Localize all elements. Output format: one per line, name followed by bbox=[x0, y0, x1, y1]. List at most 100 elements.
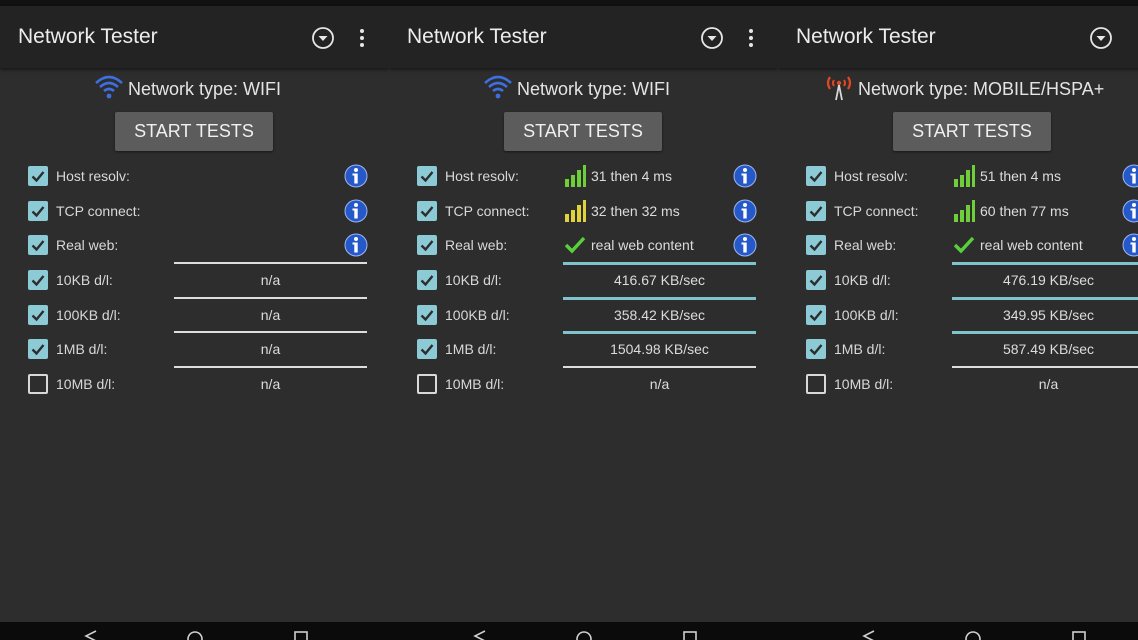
network-type: Network type: WIFI bbox=[483, 72, 670, 106]
test-row: TCP connect: bbox=[0, 193, 389, 227]
download-checkbox[interactable] bbox=[28, 304, 48, 325]
dropdown-icon[interactable] bbox=[1089, 26, 1113, 50]
download-label: 10KB d/l: bbox=[56, 272, 113, 288]
signal-bars-green-icon bbox=[952, 164, 976, 193]
test-label: Host resolv: bbox=[834, 168, 908, 184]
info-icon[interactable] bbox=[344, 199, 368, 223]
result-divider bbox=[563, 296, 756, 300]
home-icon[interactable] bbox=[575, 630, 593, 640]
download-label: 100KB d/l: bbox=[834, 306, 899, 323]
wifi-icon bbox=[484, 75, 512, 98]
test-result: real web content bbox=[980, 237, 1083, 253]
result-divider bbox=[952, 331, 1138, 334]
test-checkbox[interactable] bbox=[417, 200, 437, 221]
test-checkbox[interactable] bbox=[28, 166, 48, 186]
info-icon[interactable] bbox=[733, 233, 757, 257]
result-divider bbox=[563, 365, 756, 368]
result-divider bbox=[174, 365, 367, 368]
info-icon[interactable] bbox=[1122, 233, 1138, 257]
download-speed: 358.42 KB/sec bbox=[613, 306, 706, 323]
test-checkbox[interactable] bbox=[806, 235, 826, 255]
network-type: Network type: MOBILE/HSPA+ bbox=[824, 72, 1104, 106]
download-row: 1MB d/l: n/a bbox=[0, 331, 389, 365]
download-checkbox[interactable] bbox=[806, 339, 826, 359]
test-result: 60 then 77 ms bbox=[980, 202, 1069, 219]
test-result: 51 then 4 ms bbox=[980, 168, 1061, 184]
home-icon[interactable] bbox=[964, 630, 982, 640]
download-speed: n/a bbox=[260, 272, 281, 288]
network-type-label: Network type: MOBILE/HSPA+ bbox=[858, 78, 1105, 99]
test-checkbox[interactable] bbox=[28, 200, 48, 221]
download-checkbox[interactable] bbox=[806, 373, 826, 394]
app-screen-2: Network Tester Network type: WIFI START … bbox=[389, 0, 778, 640]
download-label: 100KB d/l: bbox=[56, 306, 121, 323]
info-icon[interactable] bbox=[733, 164, 757, 188]
home-icon[interactable] bbox=[186, 630, 204, 640]
info-icon[interactable] bbox=[344, 233, 368, 257]
info-icon[interactable] bbox=[733, 199, 757, 223]
start-tests-button[interactable]: START TESTS bbox=[504, 112, 662, 151]
test-label: Host resolv: bbox=[445, 168, 519, 184]
overflow-menu-icon[interactable] bbox=[1132, 26, 1138, 50]
test-row: Host resolv: 31 then 4 ms bbox=[389, 158, 778, 192]
download-checkbox[interactable] bbox=[417, 304, 437, 325]
test-row: Real web: real web content bbox=[778, 227, 1138, 261]
test-checkbox[interactable] bbox=[28, 235, 48, 255]
info-icon[interactable] bbox=[1122, 199, 1138, 223]
download-row: 1MB d/l: 1504.98 KB/sec bbox=[389, 331, 778, 365]
app-title: Network Tester bbox=[407, 25, 547, 48]
download-checkbox[interactable] bbox=[806, 304, 826, 325]
recents-icon[interactable] bbox=[682, 630, 698, 640]
result-divider bbox=[952, 296, 1138, 300]
test-label: Host resolv: bbox=[56, 168, 130, 184]
info-icon[interactable] bbox=[1122, 164, 1138, 188]
overflow-menu-icon[interactable] bbox=[743, 26, 759, 50]
mobile-signal-icon bbox=[826, 75, 852, 100]
dropdown-icon[interactable] bbox=[700, 26, 724, 50]
download-checkbox[interactable] bbox=[417, 270, 437, 290]
back-icon[interactable] bbox=[862, 630, 876, 640]
download-checkbox[interactable] bbox=[417, 373, 437, 394]
start-tests-button[interactable]: START TESTS bbox=[893, 112, 1051, 151]
back-icon[interactable] bbox=[473, 630, 487, 640]
app-screen-3: Network Tester Network type: MOBILE/HSPA… bbox=[778, 0, 1138, 640]
test-checkbox[interactable] bbox=[417, 166, 437, 186]
test-checkbox[interactable] bbox=[806, 200, 826, 221]
app-bar: Network Tester bbox=[778, 6, 1138, 68]
download-label: 10MB d/l: bbox=[445, 375, 505, 392]
test-row: Real web: real web content bbox=[389, 227, 778, 261]
download-row: 100KB d/l: 358.42 KB/sec bbox=[389, 296, 778, 331]
info-icon[interactable] bbox=[344, 164, 368, 188]
test-checkbox[interactable] bbox=[417, 235, 437, 255]
app-title: Network Tester bbox=[796, 25, 936, 48]
signal-bars-green-icon bbox=[563, 164, 587, 193]
download-checkbox[interactable] bbox=[28, 339, 48, 359]
test-row: Host resolv: bbox=[0, 158, 389, 192]
signal-bars-green-icon bbox=[952, 199, 976, 228]
test-row: Real web: bbox=[0, 227, 389, 261]
dropdown-icon[interactable] bbox=[311, 26, 335, 50]
wifi-icon bbox=[95, 75, 123, 98]
download-row: 10MB d/l: n/a bbox=[389, 365, 778, 400]
app-title: Network Tester bbox=[18, 25, 158, 48]
app-screen-1: Network Tester Network type: WIFI START … bbox=[0, 0, 389, 640]
start-tests-button[interactable]: START TESTS bbox=[115, 112, 273, 151]
download-checkbox[interactable] bbox=[28, 373, 48, 394]
download-checkbox[interactable] bbox=[417, 339, 437, 359]
result-divider bbox=[563, 331, 756, 334]
recents-icon[interactable] bbox=[1071, 630, 1087, 640]
test-label: Real web: bbox=[56, 237, 119, 253]
download-row: 10MB d/l: n/a bbox=[778, 365, 1138, 400]
test-checkbox[interactable] bbox=[806, 166, 826, 186]
download-speed: 349.95 KB/sec bbox=[1002, 306, 1095, 323]
overflow-menu-icon[interactable] bbox=[354, 26, 370, 50]
recents-icon[interactable] bbox=[293, 630, 309, 640]
download-checkbox[interactable] bbox=[28, 270, 48, 290]
result-divider bbox=[174, 331, 367, 333]
back-icon[interactable] bbox=[84, 630, 98, 640]
download-checkbox[interactable] bbox=[806, 270, 826, 290]
app-bar: Network Tester bbox=[389, 6, 778, 68]
download-label: 10MB d/l: bbox=[834, 375, 894, 392]
test-row: Host resolv: 51 then 4 ms bbox=[778, 158, 1138, 192]
download-speed: n/a bbox=[1038, 375, 1059, 392]
